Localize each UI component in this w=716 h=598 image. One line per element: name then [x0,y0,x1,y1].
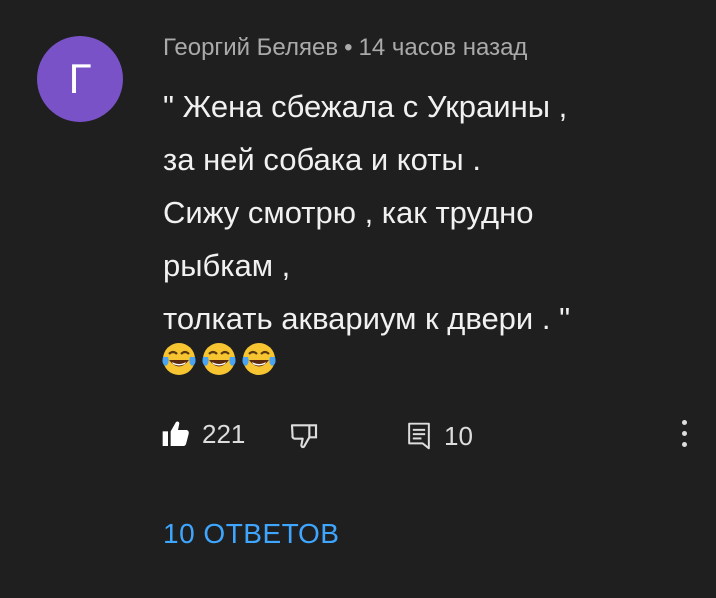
like-count: 221 [202,418,246,449]
comment-line: рыбкам , [163,248,291,283]
face-with-tears-of-joy-icon [242,343,276,375]
dislike-button[interactable] [288,420,320,452]
comment-line: толкать аквариум к двери . " [163,301,571,336]
view-replies-button[interactable]: 10 ОТВЕТОВ [163,518,339,550]
reply-button[interactable]: 10 [404,420,473,452]
thumbs-down-icon [290,424,318,449]
emoji-row [160,340,278,378]
comment-icon [408,422,430,450]
dot [681,420,687,425]
comment-line: Сижу смотрю , как трудно [163,195,534,230]
comment-meta: Георгий Беляев • 14 часов назад [163,34,527,62]
meta-separator: • [344,34,353,61]
comment-line: за ней собака и коты . [163,142,481,177]
comment-text: " Жена сбежала с Украины , за ней собака… [163,80,683,345]
comment-actions: 221 10 [160,418,690,454]
face-with-tears-of-joy-icon [202,343,236,375]
thumbs-up-icon [162,421,189,446]
dot [681,442,687,447]
avatar-letter: Г [68,55,92,102]
dot [681,431,687,436]
comment-time: 14 часов назад [358,34,528,61]
like-button[interactable]: 221 [160,418,245,450]
face-with-tears-of-joy-icon [162,343,196,375]
reply-count: 10 [444,420,473,451]
more-options-icon[interactable] [678,420,690,447]
avatar[interactable]: Г [37,36,123,122]
author-name[interactable]: Георгий Беляев [163,34,338,61]
comment-line: " Жена сбежала с Украины , [163,89,568,124]
